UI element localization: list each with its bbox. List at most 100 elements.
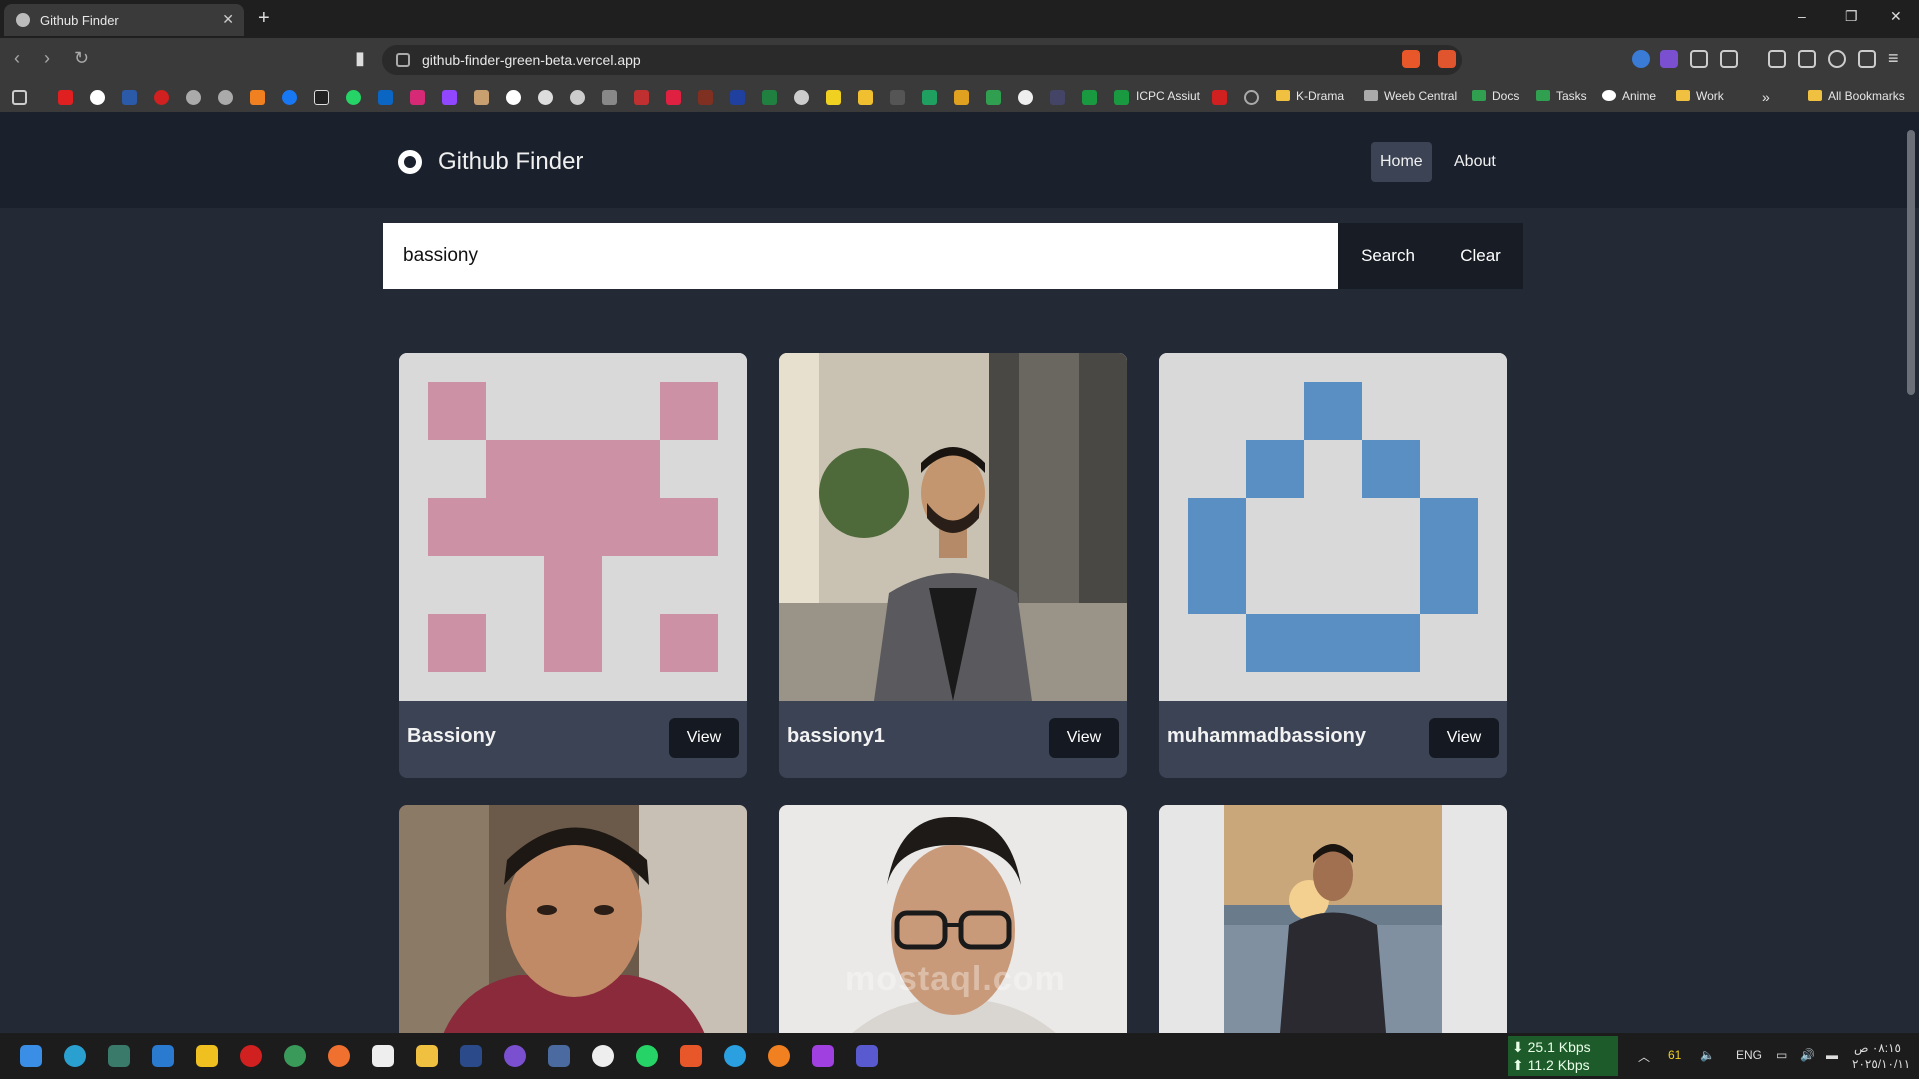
reload-icon[interactable]: ↻ [74,48,89,69]
page-scrollbar[interactable] [1907,130,1915,395]
bookmark-site-icon[interactable] [634,90,649,105]
bookmark-site-icon[interactable] [794,90,809,105]
chevron-up-icon[interactable]: ︿ [1638,1048,1650,1065]
brand[interactable]: Github Finder [398,148,583,176]
leo-ai-icon[interactable] [1828,50,1846,68]
wallet-icon[interactable] [1798,50,1816,68]
all-bookmarks[interactable]: All Bookmarks [1808,89,1905,103]
clock-time[interactable]: ٠٨:١٥ ص [1854,1041,1901,1055]
figma-icon[interactable] [812,1045,834,1067]
x-twitter-icon[interactable] [314,90,329,105]
postman-icon[interactable] [328,1045,350,1067]
language-indicator[interactable]: ENG [1736,1048,1762,1062]
globe-icon[interactable] [186,90,201,105]
bookmark-anime[interactable]: Anime [1602,89,1656,103]
bookmark-site-icon[interactable] [474,90,489,105]
apps-grid-icon[interactable] [12,90,27,105]
minimize-icon[interactable]: – [1798,8,1806,24]
view-button[interactable]: View [669,718,739,758]
volume-icon[interactable]: 🔊 [1800,1048,1815,1062]
bookmark-site-icon[interactable] [730,90,745,105]
telegram-icon[interactable] [724,1045,746,1067]
zte-icon[interactable] [122,90,137,105]
search-button[interactable]: Search [1338,223,1438,289]
bookmark-site-icon[interactable] [858,90,873,105]
bookmark-site-icon[interactable] [666,90,681,105]
app-icon[interactable] [284,1045,306,1067]
instagram-icon[interactable] [410,90,425,105]
bookmark-site-icon[interactable] [538,90,553,105]
history-icon[interactable] [1244,90,1259,105]
clock-date[interactable]: ٢٠٢٥/١٠/١١ [1852,1057,1910,1071]
vscode-icon[interactable] [152,1045,174,1067]
bookmark-site-icon[interactable] [954,90,969,105]
bookmark-k-drama[interactable]: K-Drama [1276,89,1344,103]
vpn-icon[interactable] [1858,50,1876,68]
bookmark-site-icon[interactable] [922,90,937,105]
more-bookmarks-icon[interactable]: » [1762,89,1770,105]
restore-icon[interactable]: ❐ [1845,8,1858,25]
bookmark-icpc-assiut[interactable]: ICPC Assiut [1136,89,1200,103]
search-input[interactable] [383,223,1338,289]
address-bar[interactable]: github-finder-green-beta.vercel.app [382,45,1462,75]
whatsapp-icon[interactable] [346,90,361,105]
gmail-icon[interactable] [1212,90,1227,105]
bookmark-icon[interactable]: ▮ [355,48,365,69]
view-button[interactable]: View [1049,718,1119,758]
bookmark-tasks[interactable]: Tasks [1536,89,1587,103]
youtube-icon[interactable] [58,90,73,105]
browser-tab[interactable]: Github Finder ✕ [4,4,244,36]
whatsapp-icon[interactable] [636,1045,658,1067]
speaker-icon[interactable]: 🔈 [1700,1048,1715,1062]
notion-icon[interactable] [372,1045,394,1067]
close-tab-icon[interactable]: ✕ [222,11,234,28]
app-icon[interactable] [240,1045,262,1067]
postgres-icon[interactable] [548,1045,570,1067]
windows-start-icon[interactable] [20,1045,42,1067]
bookmark-site-icon[interactable] [762,90,777,105]
google-drive-icon[interactable] [986,90,1001,105]
forward-icon[interactable]: › [44,48,50,69]
bookmark-site-icon[interactable] [1050,90,1065,105]
firefox-icon[interactable] [768,1045,790,1067]
bookmark-site-icon[interactable] [250,90,265,105]
facebook-icon[interactable] [282,90,297,105]
chatgpt-icon[interactable] [570,90,585,105]
teams-icon[interactable] [856,1045,878,1067]
bookmark-site-icon[interactable] [602,90,617,105]
google-icon[interactable] [90,90,105,105]
bookmark-site-icon[interactable] [826,90,841,105]
bookmark-site-icon[interactable] [154,90,169,105]
battery-icon[interactable]: ▬ [1826,1048,1838,1062]
google-icon[interactable] [506,90,521,105]
sheets-icon[interactable] [1082,90,1097,105]
new-tab-icon[interactable]: + [258,7,270,30]
extension-icon[interactable] [1660,50,1678,68]
close-window-icon[interactable]: ✕ [1890,8,1902,25]
menu-icon[interactable]: ≡ [1888,48,1899,69]
extensions-puzzle-icon[interactable] [1690,50,1708,68]
edge-icon[interactable] [64,1045,86,1067]
app-icon[interactable] [196,1045,218,1067]
nav-about-link[interactable]: About [1445,142,1505,182]
app-icon[interactable] [108,1045,130,1067]
nav-home-link[interactable]: Home [1371,142,1432,182]
linkedin-icon[interactable] [378,90,393,105]
file-explorer-icon[interactable] [416,1045,438,1067]
brave-icon[interactable] [680,1045,702,1067]
bookmark-weeb-central[interactable]: Weeb Central [1364,89,1457,103]
github-icon[interactable] [1018,90,1033,105]
extension-icon[interactable] [1632,50,1650,68]
view-button[interactable]: View [1429,718,1499,758]
brave-shield-icon[interactable] [1402,50,1420,68]
network-icon[interactable]: ▭ [1776,1048,1787,1062]
bookmark-site-icon[interactable] [890,90,905,105]
bookmark-work[interactable]: Work [1676,89,1724,103]
brave-rewards-icon[interactable] [1438,50,1456,68]
sidebar-icon[interactable] [1768,50,1786,68]
site-info-icon[interactable] [396,53,410,67]
clear-button[interactable]: Clear [1438,223,1523,289]
sheets-icon[interactable] [1114,90,1129,105]
github-desktop-icon[interactable] [504,1045,526,1067]
bookmark-docs[interactable]: Docs [1472,89,1519,103]
